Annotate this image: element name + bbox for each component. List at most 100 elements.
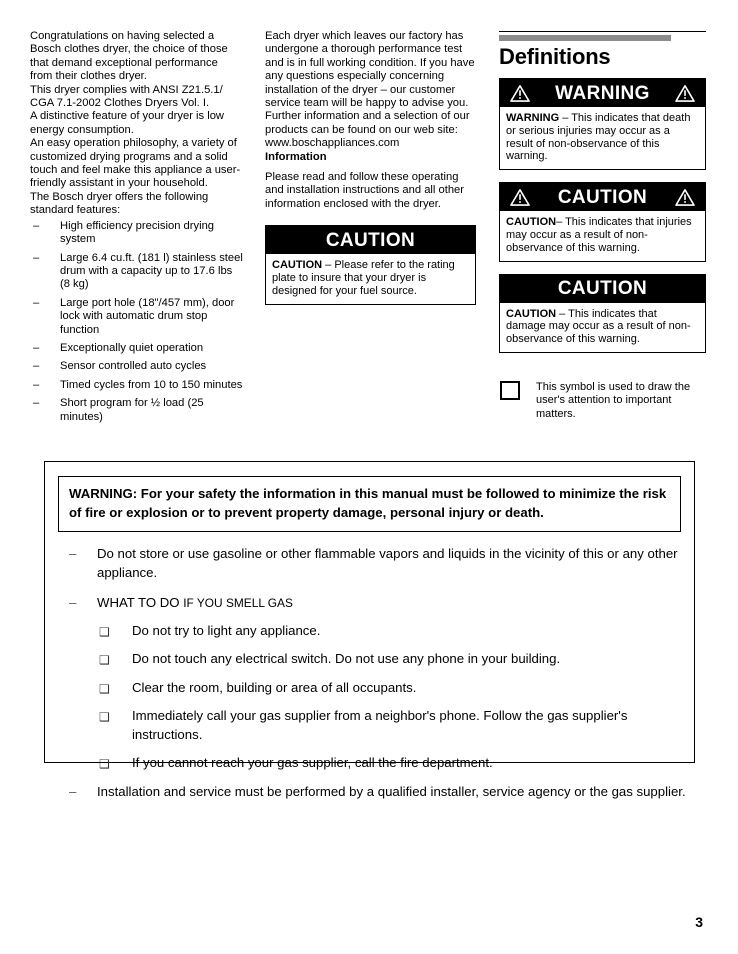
list-item-text: Clear the room, building or area of all … <box>132 679 417 695</box>
list-item: – Exceptionally quiet operation <box>30 342 243 355</box>
safety-item-text: Do not store or use gasoline or other fl… <box>97 546 678 580</box>
list-item: – High efficiency precision drying system <box>30 220 243 247</box>
list-item-text: High efficiency precision drying system <box>60 219 215 246</box>
symbol-note-text: This symbol is used to draw the user's a… <box>536 380 691 420</box>
warning-banner-title: WARNING <box>555 82 650 104</box>
caution-body: CAUTION – This indicates that damage may… <box>500 303 705 352</box>
list-item-text: If you cannot reach your gas supplier, c… <box>132 755 493 770</box>
definition-box-caution-damage: CAUTION CAUTION – This indicates that da… <box>499 273 706 353</box>
column-one: Congratulations on having selected a Bos… <box>30 30 243 429</box>
rule-thin-line <box>499 31 706 33</box>
list-item-text: Do not try to light any appliance. <box>132 622 321 638</box>
caution-body: CAUTION– This indicates that injuries ma… <box>500 211 705 260</box>
service-paragraphs: Each dryer which leaves our factory has … <box>265 30 476 211</box>
safety-headline-box: WARNING: For your safety the information… <box>58 476 681 532</box>
list-item: – Short program for ½ load (25 minutes) <box>30 397 243 424</box>
caution-banner: CAUTION <box>500 274 705 303</box>
rule-gray-bar <box>499 35 671 41</box>
definition-box-warning: WARNING WARNING – This indicates that de… <box>499 78 706 171</box>
safety-item-smell-gas: – WHAT TO DO IF YOU SMELL GAS ❑ Do not tr… <box>45 594 694 773</box>
warning-triangle-icon <box>675 84 695 102</box>
dash-bullet: – <box>33 219 40 232</box>
intro-paragraph-4: An easy operation philosophy, a variety … <box>30 137 241 190</box>
safety-warning-panel: WARNING: For your safety the information… <box>44 461 695 799</box>
warning-triangle-icon <box>675 188 695 207</box>
dash-bullet: – <box>33 341 40 354</box>
caution-banner-title: CAUTION <box>325 229 416 251</box>
warning-body: WARNING – This indicates that death or s… <box>500 107 705 169</box>
dash-bullet: – <box>33 378 40 391</box>
information-heading: Information <box>265 150 327 163</box>
list-item-text: Do not touch any electrical switch. Do n… <box>132 651 561 666</box>
safety-item-installation: – Installation and service must be perfo… <box>45 783 694 802</box>
intro-paragraphs: Congratulations on having selected a Bos… <box>30 30 243 218</box>
page-title: Definitions <box>499 44 611 69</box>
list-item-text: Immediately call your gas supplier from … <box>132 708 628 742</box>
safety-item-text: Installation and service must be perform… <box>97 783 686 799</box>
caution-lead: CAUTION <box>506 216 557 229</box>
list-item: ❑ If you cannot reach your gas supplier, … <box>97 754 694 773</box>
smell-gas-sub-list: ❑ Do not try to light any appliance. ❑ Do … <box>97 622 694 773</box>
square-bullet-icon: ❑ <box>99 757 110 771</box>
square-symbol-icon <box>500 380 520 400</box>
list-item-text: Exceptionally quiet operation <box>60 341 204 354</box>
intro-paragraph-5: The Bosch dryer offers the following sta… <box>30 190 209 217</box>
list-item-text: Timed cycles from 10 to 150 minutes <box>60 378 243 391</box>
caution-body: CAUTION – Please refer to the rating pla… <box>266 254 475 303</box>
dash-bullet: – <box>69 546 77 561</box>
list-item: ❑ Do not touch any electrical switch. Do … <box>97 650 694 669</box>
square-bullet-icon: ❑ <box>99 653 110 667</box>
symbol-note: This symbol is used to draw the user's a… <box>499 380 706 421</box>
section-rule <box>499 30 706 44</box>
caution-lead: CAUTION <box>506 307 557 320</box>
warning-banner: WARNING <box>500 79 705 107</box>
intro-paragraph-3: A distinctive feature of your dryer is l… <box>30 110 224 136</box>
square-bullet-icon: ❑ <box>99 681 110 696</box>
safety-items-list: – Do not store or use gasoline or other … <box>45 545 694 801</box>
page-number: 3 <box>695 914 703 930</box>
caution-banner: CAUTION <box>500 183 705 212</box>
list-item-text: Sensor controlled auto cycles <box>60 360 207 373</box>
smell-gas-heading-rest: IF YOU SMELL GAS <box>183 596 293 610</box>
dash-bullet: – <box>33 360 40 373</box>
definition-box-caution-injuries: CAUTION CAUTION– This indicates that inj… <box>499 182 706 262</box>
dash-bullet: – <box>69 783 77 799</box>
list-item: ❑ Do not try to light any appliance. <box>97 622 694 641</box>
caution-banner-title: CAUTION <box>557 186 648 208</box>
list-item-text: Short program for ½ load (25 minutes) <box>60 397 204 423</box>
warning-lead: WARNING <box>506 112 560 124</box>
square-bullet-icon: ❑ <box>99 710 110 724</box>
list-item: ❑ Clear the room, building or area of all… <box>97 679 694 698</box>
service-paragraph-1: Each dryer which leaves our factory has … <box>265 30 475 110</box>
column-two: Each dryer which leaves our factory has … <box>265 30 476 305</box>
intro-paragraph-2: This dryer complies with ANSI Z21.5.1/ C… <box>30 83 223 110</box>
list-item: – Timed cycles from 10 to 150 minutes <box>30 379 243 392</box>
square-bullet-icon: ❑ <box>99 624 110 639</box>
list-item: – Large 6.4 cu.ft. (181 l) stainless stee… <box>30 252 243 292</box>
list-item-text: Large port hole (18"/457 mm), door lock … <box>60 296 235 336</box>
column-three: Definitions WARNING WARNING – This indic… <box>499 30 706 421</box>
smell-gas-heading-lead: WHAT TO DO <box>97 595 184 610</box>
intro-paragraph-1: Congratulations on having selected a Bos… <box>30 30 228 83</box>
safety-item-gasoline: – Do not store or use gasoline or other … <box>45 545 694 582</box>
list-item: – Sensor controlled auto cycles <box>30 360 243 373</box>
list-item: ❑ Immediately call your gas supplier from… <box>97 707 694 744</box>
document-page: Congratulations on having selected a Bos… <box>0 0 738 954</box>
list-item: – Large port hole (18"/457 mm), door lock… <box>30 297 243 337</box>
website-url: www.boschappliances.com <box>265 137 400 150</box>
warning-triangle-icon <box>510 188 530 207</box>
standard-features-list: – High efficiency precision drying system… <box>30 220 243 424</box>
list-item-text: Large 6.4 cu.ft. (181 l) stainless steel… <box>60 251 243 291</box>
caution-box-fuel-source: CAUTION CAUTION – Please refer to the ra… <box>265 225 476 305</box>
caution-banner-title: CAUTION <box>557 278 648 300</box>
caution-banner: CAUTION <box>266 226 475 255</box>
dash-bullet: – <box>69 595 77 610</box>
information-text: Please read and follow these operating a… <box>265 171 465 210</box>
warning-triangle-icon <box>510 84 530 102</box>
caution-lead: CAUTION <box>272 259 323 272</box>
service-paragraph-2: Further information and a selection of o… <box>265 110 470 136</box>
dash-bullet: – <box>33 251 40 264</box>
dash-bullet: – <box>33 397 40 410</box>
dash-bullet: – <box>33 296 40 309</box>
